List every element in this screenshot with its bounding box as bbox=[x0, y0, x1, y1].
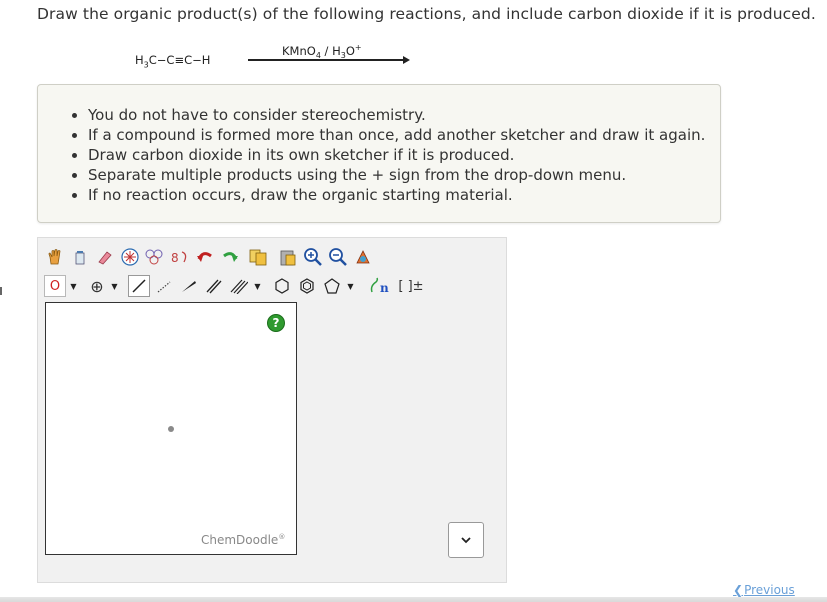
footer-bar bbox=[0, 597, 827, 602]
previous-label: Previous bbox=[744, 583, 795, 597]
reagent-h: / H bbox=[320, 43, 341, 58]
toolbar-row-1: 8 bbox=[44, 244, 374, 270]
ring-template-icon[interactable] bbox=[119, 246, 141, 268]
charge-dropdown-icon[interactable]: ▼ bbox=[110, 282, 119, 291]
sgroup-icon[interactable]: n bbox=[366, 275, 394, 297]
reactant-formula: H3C−C≡C−H bbox=[135, 53, 210, 69]
hashed-bond-icon[interactable] bbox=[153, 275, 175, 297]
canvas-center-dot bbox=[168, 426, 174, 432]
brand-mark: ® bbox=[278, 533, 286, 541]
drawing-canvas[interactable]: ? ChemDoodle® bbox=[45, 302, 297, 555]
reagent-label: KMnO4 / H3O+ bbox=[282, 43, 362, 60]
brand-text: ChemDoodle bbox=[201, 533, 279, 547]
reagent-plus: + bbox=[354, 43, 362, 52]
triple-bond-icon[interactable] bbox=[228, 275, 250, 297]
single-bond-icon[interactable] bbox=[128, 275, 150, 297]
instruction-item: Draw carbon dioxide in its own sketcher … bbox=[72, 145, 720, 165]
wedge-bond-icon[interactable] bbox=[178, 275, 200, 297]
sgroup-label: n bbox=[380, 281, 389, 295]
cyclohexane-icon[interactable] bbox=[271, 275, 293, 297]
chemdoodle-sketcher: 8 O ▼ ⊕ ▼ ▼ ▼ n []± ? ChemDoodle® bbox=[37, 237, 507, 583]
ring-dropdown-icon[interactable]: ▼ bbox=[346, 282, 355, 291]
chevron-down-icon bbox=[461, 537, 471, 544]
element-dropdown-icon[interactable]: ▼ bbox=[69, 282, 78, 291]
help-icon[interactable]: ? bbox=[267, 314, 285, 332]
reactant-h: H bbox=[135, 53, 144, 67]
svg-text:8: 8 bbox=[171, 251, 179, 265]
product-select[interactable] bbox=[448, 522, 484, 558]
chevron-left-icon: ❮ bbox=[733, 583, 744, 597]
reaction-arrow bbox=[248, 56, 410, 64]
previous-link[interactable]: ❮Previous bbox=[733, 583, 795, 597]
reagent-kmno: KMnO bbox=[282, 43, 316, 58]
instruction-item: If no reaction occurs, draw the organic … bbox=[72, 185, 720, 205]
redo-icon[interactable] bbox=[219, 246, 241, 268]
instruction-item: You do not have to consider stereochemis… bbox=[72, 105, 720, 125]
instructions-box: You do not have to consider stereochemis… bbox=[37, 84, 721, 223]
benzene-icon[interactable] bbox=[296, 275, 318, 297]
instructions-list: You do not have to consider stereochemis… bbox=[38, 85, 720, 205]
cyclopentane-icon[interactable] bbox=[321, 275, 343, 297]
bracket-icon[interactable]: [ ]± bbox=[397, 275, 425, 297]
hand-icon[interactable] bbox=[44, 246, 66, 268]
reaction-scheme: H3C−C≡C−H KMnO4 / H3O+ bbox=[0, 40, 827, 80]
eraser-icon[interactable] bbox=[94, 246, 116, 268]
copy-icon[interactable] bbox=[244, 246, 274, 268]
clear-icon[interactable] bbox=[69, 246, 91, 268]
charge-icon[interactable]: ⊕ bbox=[87, 275, 107, 297]
atom-map-icon[interactable] bbox=[144, 246, 166, 268]
undo-icon[interactable] bbox=[194, 246, 216, 268]
zoom-in-icon[interactable] bbox=[302, 246, 324, 268]
double-bond-icon[interactable] bbox=[203, 275, 225, 297]
instruction-item: If a compound is formed more than once, … bbox=[72, 125, 720, 145]
zoom-out-icon[interactable] bbox=[327, 246, 349, 268]
chemdoodle-brand: ChemDoodle® bbox=[201, 533, 285, 547]
toolbar-row-2: O ▼ ⊕ ▼ ▼ ▼ n [ ]± bbox=[44, 273, 425, 299]
left-edge-mark bbox=[0, 287, 2, 295]
reactant-chain: C−C≡C−H bbox=[148, 53, 211, 67]
question-text: Draw the organic product(s) of the follo… bbox=[37, 5, 816, 23]
paste-icon[interactable] bbox=[277, 246, 299, 268]
bond-dropdown-icon[interactable]: ▼ bbox=[253, 282, 262, 291]
lasso-icon[interactable]: 8 bbox=[169, 246, 191, 268]
element-selector[interactable]: O bbox=[44, 275, 66, 297]
reagent-o: O bbox=[345, 43, 355, 58]
cleanup-icon[interactable] bbox=[352, 246, 374, 268]
instruction-item: Separate multiple products using the + s… bbox=[72, 165, 720, 185]
